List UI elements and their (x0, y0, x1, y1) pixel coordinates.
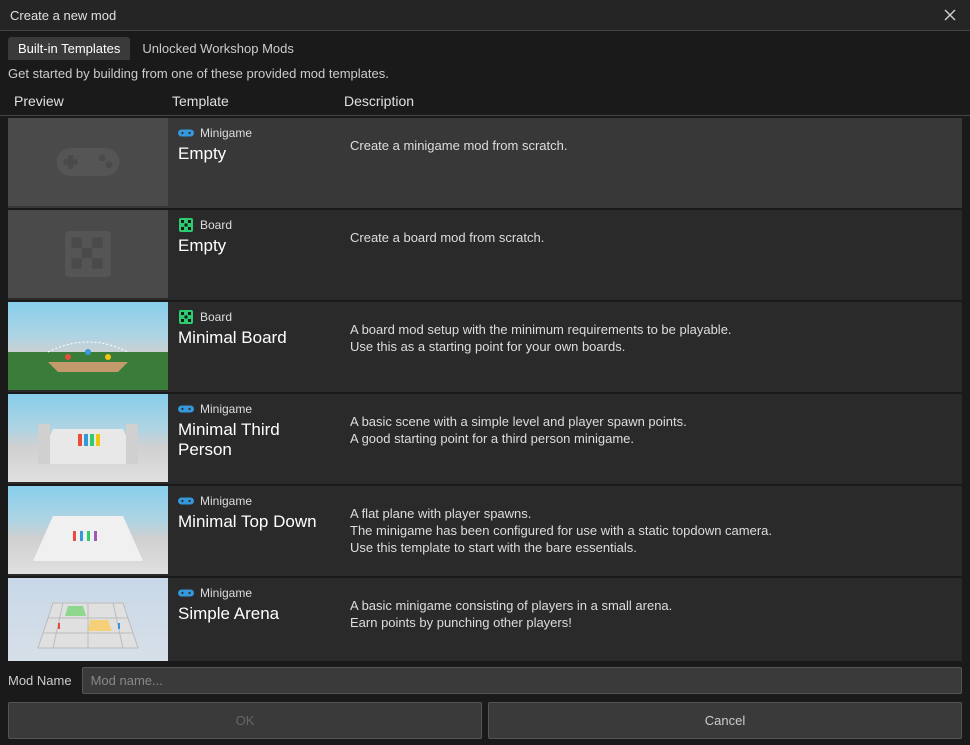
subtitle: Get started by building from one of thes… (0, 60, 970, 87)
preview-thumbnail (8, 486, 168, 574)
template-info: Board Empty (168, 210, 340, 300)
cancel-button[interactable]: Cancel (488, 702, 962, 739)
dialog-title: Create a new mod (10, 8, 116, 23)
preview-thumbnail (8, 578, 168, 661)
template-name: Minimal Third Person (178, 420, 336, 460)
gamepad-icon (178, 494, 194, 508)
category-label: Board (200, 218, 232, 232)
preview-thumbnail (8, 118, 168, 206)
preview-thumbnail (8, 210, 168, 298)
template-info: Minigame Minimal Top Down (168, 486, 340, 576)
template-description: A basic minigame consisting of players i… (340, 578, 962, 661)
close-icon (944, 9, 956, 21)
scene-preview-icon (8, 394, 168, 482)
template-description: A flat plane with player spawns.The mini… (340, 486, 962, 576)
scene-preview-icon (8, 578, 168, 661)
close-button[interactable] (940, 5, 960, 25)
template-name: Simple Arena (178, 604, 336, 624)
mod-name-input[interactable] (82, 667, 962, 694)
mod-name-label: Mod Name (8, 673, 72, 688)
gamepad-icon (178, 586, 194, 600)
template-name: Minimal Board (178, 328, 336, 348)
ok-button[interactable]: OK (8, 702, 482, 739)
category-label: Board (200, 310, 232, 324)
template-row[interactable]: Minigame Simple Arena A basic minigame c… (8, 578, 962, 661)
dialog-header: Create a new mod (0, 0, 970, 31)
tabs: Built-in Templates Unlocked Workshop Mod… (0, 31, 970, 60)
template-description: A basic scene with a simple level and pl… (340, 394, 962, 484)
template-name: Minimal Top Down (178, 512, 336, 532)
template-row[interactable]: Board Minimal Board A board mod setup wi… (8, 302, 962, 392)
template-info: Minigame Minimal Third Person (168, 394, 340, 484)
board-icon (178, 218, 194, 232)
template-row[interactable]: Minigame Empty Create a minigame mod fro… (8, 118, 962, 208)
column-header-template: Template (172, 93, 344, 109)
gamepad-icon (178, 126, 194, 140)
board-icon (178, 310, 194, 324)
template-info: Minigame Simple Arena (168, 578, 340, 661)
tab-workshop-mods[interactable]: Unlocked Workshop Mods (132, 37, 304, 60)
template-name: Empty (178, 236, 336, 256)
scene-preview-icon (8, 486, 168, 574)
tab-builtin-templates[interactable]: Built-in Templates (8, 37, 130, 60)
scene-preview-icon (8, 302, 168, 390)
category-label: Minigame (200, 402, 252, 416)
template-name: Empty (178, 144, 336, 164)
template-description: A board mod setup with the minimum requi… (340, 302, 962, 392)
template-info: Board Minimal Board (168, 302, 340, 392)
column-header-description: Description (344, 93, 970, 109)
category-label: Minigame (200, 494, 252, 508)
category-label: Minigame (200, 586, 252, 600)
dialog-footer: Mod Name OK Cancel (0, 661, 970, 745)
gamepad-icon (53, 127, 123, 197)
template-row[interactable]: Minigame Minimal Top Down A flat plane w… (8, 486, 962, 576)
template-description: Create a minigame mod from scratch. (340, 118, 962, 208)
columns-header: Preview Template Description (0, 87, 970, 116)
preview-thumbnail (8, 394, 168, 482)
preview-thumbnail (8, 302, 168, 390)
template-info: Minigame Empty (168, 118, 340, 208)
template-row[interactable]: Minigame Minimal Third Person A basic sc… (8, 394, 962, 484)
gamepad-icon (178, 402, 194, 416)
template-list[interactable]: Minigame Empty Create a minigame mod fro… (0, 116, 970, 661)
board-icon (63, 229, 113, 279)
template-row[interactable]: Board Empty Create a board mod from scra… (8, 210, 962, 300)
category-label: Minigame (200, 126, 252, 140)
column-header-preview: Preview (0, 93, 172, 109)
template-description: Create a board mod from scratch. (340, 210, 962, 300)
